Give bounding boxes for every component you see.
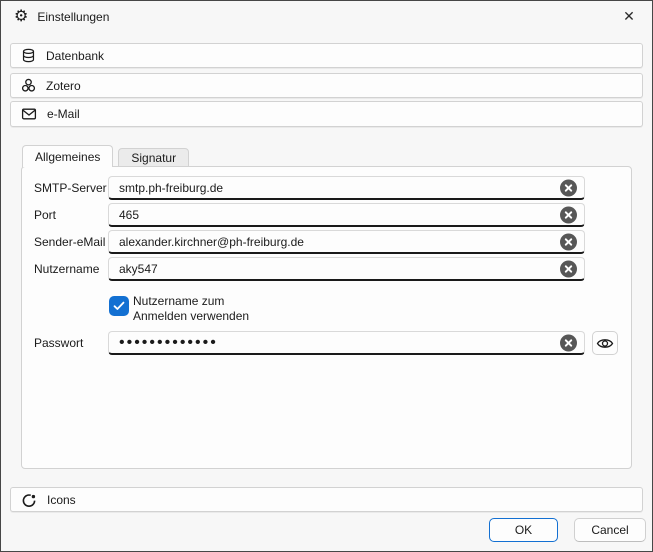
zotero-icon [21, 78, 36, 93]
field-value: alexander.kirchner@ph-freiburg.de [119, 235, 304, 249]
passwort-row: Passwort ••••••••••••• [34, 331, 619, 355]
section-email[interactable]: e-Mail [10, 101, 643, 127]
mail-icon [21, 106, 37, 122]
nutzername-input[interactable]: aky547 [108, 257, 585, 281]
port-row: Port 465 [34, 203, 585, 227]
smtp-server-input[interactable]: smtp.ph-freiburg.de [108, 176, 585, 200]
section-label: Icons [47, 493, 76, 507]
field-label: Passwort [34, 336, 108, 350]
clear-icon[interactable] [560, 179, 577, 196]
sender-email-input[interactable]: alexander.kirchner@ph-freiburg.de [108, 230, 585, 254]
field-value: aky547 [119, 262, 158, 276]
tab-signatur[interactable]: Signatur [118, 148, 189, 167]
field-value: smtp.ph-freiburg.de [119, 181, 223, 195]
section-label: Zotero [46, 79, 81, 93]
ok-button[interactable]: OK [489, 518, 558, 542]
section-zotero[interactable]: Zotero [10, 73, 643, 98]
eye-icon [596, 337, 614, 350]
section-label: e-Mail [47, 107, 80, 121]
database-icon [21, 48, 36, 63]
checkbox-label: Nutzername zum Anmelden verwenden [133, 294, 273, 326]
clear-icon[interactable] [560, 206, 577, 223]
use-username-row: Nutzername zum Anmelden verwenden [109, 294, 631, 326]
section-label: Datenbank [46, 49, 104, 63]
field-label: Sender-eMail [34, 235, 108, 249]
settings-gear-icon: ⚙ [14, 9, 28, 25]
password-value: ••••••••••••• [119, 333, 218, 353]
smtp-server-row: SMTP-Server smtp.ph-freiburg.de [34, 176, 585, 200]
section-icons[interactable]: Icons [10, 487, 643, 512]
title-bar: ⚙ Einstellungen ✕ [1, 1, 652, 33]
sender-email-row: Sender-eMail alexander.kirchner@ph-freib… [34, 230, 585, 254]
field-value: 465 [119, 208, 139, 222]
show-password-button[interactable] [592, 331, 618, 355]
nutzername-row: Nutzername aky547 [34, 257, 585, 281]
window-title: Einstellungen [37, 10, 109, 24]
port-input[interactable]: 465 [108, 203, 585, 227]
field-label: Nutzername [34, 262, 108, 276]
tab-allgemeines[interactable]: Allgemeines [22, 145, 113, 167]
refresh-icon [21, 492, 37, 508]
field-label: Port [34, 208, 108, 222]
passwort-input[interactable]: ••••••••••••• [108, 331, 585, 355]
settings-dialog: ⚙ Einstellungen ✕ Datenbank Zotero [0, 0, 653, 552]
cancel-button[interactable]: Cancel [574, 518, 646, 542]
email-settings-panel: SMTP-Server smtp.ph-freiburg.de Port 465… [21, 166, 632, 469]
field-label: SMTP-Server [34, 181, 108, 195]
section-datenbank[interactable]: Datenbank [10, 43, 643, 68]
check-icon [113, 301, 125, 311]
clear-icon[interactable] [560, 260, 577, 277]
clear-icon[interactable] [560, 334, 577, 351]
close-icon[interactable]: ✕ [606, 1, 652, 32]
use-username-checkbox[interactable] [109, 296, 129, 316]
email-tabs: Allgemeines Signatur [22, 145, 189, 167]
clear-icon[interactable] [560, 233, 577, 250]
